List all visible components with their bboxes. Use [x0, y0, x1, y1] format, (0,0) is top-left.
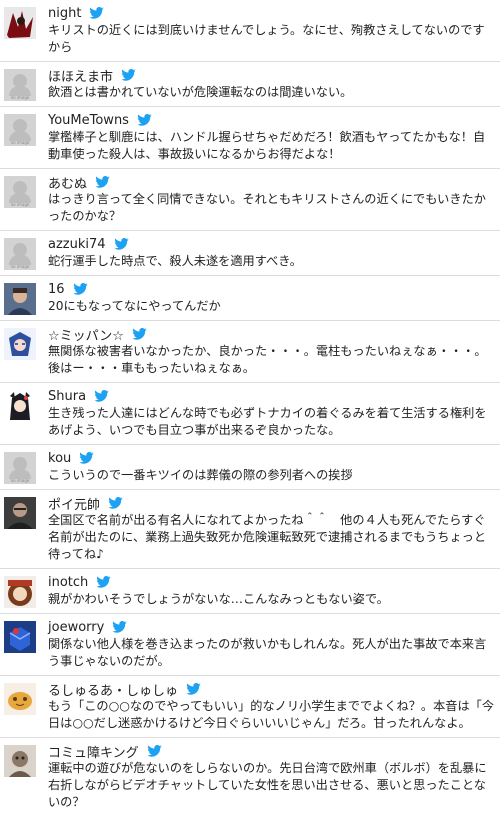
twitter-bird-icon — [94, 390, 109, 402]
tweet: joeworry 関係ない他人様を巻き込まったのが救いかもしれんな。死人が出た事… — [0, 614, 500, 676]
avatar[interactable]: no image — [4, 238, 36, 270]
avatar[interactable] — [4, 683, 36, 715]
tweet: no image azzuki74 蛇行運手した時点で、殺人未遂を適用すべき。 — [0, 231, 500, 276]
tweet-text: 無関係な被害者いなかったか、良かった・・・。電柱もったいねぇなぁ・・・。後はー・… — [48, 344, 487, 375]
twitter-bird-icon — [137, 114, 152, 126]
tweet: るしゅるあ・しゅしゅ もう「この○○なのでやってもいい」的なノリ小学生まででよく… — [0, 676, 500, 738]
avatar[interactable] — [4, 576, 36, 608]
tweet-text: はっきり言って全く同情できない。それともキリストさんの近くにでもいきたかったのか… — [48, 192, 486, 223]
tweet-text: 運転中の遊びが危ないのをしらないのか。先日台湾で欧州車（ボルボ）を乱暴に右折しな… — [48, 761, 487, 809]
tweet: night キリストの近くには到底いけませんでしょう。なにせ、殉教さえしてないの… — [0, 0, 500, 62]
tweet-text: 全国区で名前が出る有名人になれてよかったね＾＾ 他の４人も死んでたらすぐ名前が出… — [48, 513, 487, 561]
user-name[interactable]: ポイ元帥 — [48, 494, 100, 513]
no-image-label: no image — [10, 95, 30, 100]
tweet-text: 20にもなってなにやってんだか — [48, 299, 221, 313]
avatar[interactable]: no image — [4, 114, 36, 146]
tweet-text: 関係ない他人様を巻き込まったのが救いかもしれんな。死人が出た事故で本来言う事じゃ… — [48, 637, 487, 668]
user-name[interactable]: joeworry — [48, 620, 104, 635]
tweet: no image kou こういうので一番キツイのは葬儀の際の参列者への挨拶 — [0, 445, 500, 490]
twitter-bird-icon — [112, 621, 128, 633]
tweet-text: キリストの近くには到底いけませんでしょう。なにせ、殉教さえしてないのですから — [48, 23, 485, 54]
avatar[interactable] — [4, 328, 36, 360]
twitter-bird-icon — [146, 745, 162, 757]
avatar[interactable] — [4, 745, 36, 777]
tweet: Shura 生き残った人達にはどんな時でも必ずトナカイの着ぐるみを着て生活する権… — [0, 383, 500, 445]
twitter-bird-icon — [89, 7, 105, 19]
tweet: コミュ障キング 運転中の遊びが危ないのをしらないのか。先日台湾で欧州車（ボルボ）… — [0, 738, 500, 816]
tweet-text: 飲酒とは書かれていないが危険運転なのは間違いない。 — [48, 85, 353, 99]
user-name[interactable]: kou — [48, 451, 71, 466]
tweet-text: 生き残った人達にはどんな時でも必ずトナカイの着ぐるみを着て生活する権利をあげよう… — [48, 406, 487, 437]
tweet: no image あむぬ はっきり言って全く同情できない。それともキリストさんの… — [0, 169, 500, 231]
tweet: 16 20にもなってなにやってんだか — [0, 276, 500, 321]
user-name[interactable]: ☆ミッパン☆ — [48, 325, 124, 344]
twitter-bird-icon — [72, 283, 88, 295]
tweet: inotch 親がかわいそうでしょうがないな…こんなみっともない姿で。 — [0, 569, 500, 614]
user-name[interactable]: night — [48, 6, 81, 21]
user-name[interactable]: YouMeTowns — [48, 113, 129, 128]
no-image-label: no image — [10, 202, 30, 207]
avatar[interactable] — [4, 497, 36, 529]
twitter-bird-icon — [96, 576, 111, 588]
user-name[interactable]: るしゅるあ・しゅしゅ — [48, 680, 178, 699]
twitter-bird-icon — [95, 176, 110, 188]
tweet-text: 親がかわいそうでしょうがないな…こんなみっともない姿で。 — [48, 592, 389, 606]
user-name[interactable]: inotch — [48, 575, 88, 590]
twitter-bird-icon — [186, 683, 201, 695]
tweet: ☆ミッパン☆ 無関係な被害者いなかったか、良かった・・・。電柱もったいねぇなぁ・… — [0, 321, 500, 383]
tweet: ポイ元帥 全国区で名前が出る有名人になれてよかったね＾＾ 他の４人も死んでたらす… — [0, 490, 500, 569]
twitter-bird-icon — [113, 238, 129, 250]
user-name[interactable]: ほほえま市 — [48, 66, 113, 85]
tweet-text: もう「この○○なのでやってもいい」的なノリ小学生まででよくね？。本音は「今日は○… — [48, 699, 495, 730]
tweet-text: こういうので一番キツイのは葬儀の際の参列者への挨拶 — [48, 468, 353, 482]
tweet: no image ほほえま市 飲酒とは書かれていないが危険運転なのは間違いない。 — [0, 62, 500, 107]
user-name[interactable]: azzuki74 — [48, 237, 106, 252]
tweet: no image YouMeTowns 掌檻棒子と馴鹿には、ハンドル握らせちゃだ… — [0, 107, 500, 169]
twitter-bird-icon — [121, 69, 136, 81]
avatar[interactable]: no image — [4, 176, 36, 208]
user-name[interactable]: あむぬ — [48, 173, 87, 192]
tweet-feed: night キリストの近くには到底いけませんでしょう。なにせ、殉教さえしてないの… — [0, 0, 500, 816]
user-name[interactable]: コミュ障キング — [48, 742, 139, 761]
no-image-label: no image — [10, 478, 30, 483]
twitter-bird-icon — [79, 452, 94, 464]
user-name[interactable]: 16 — [48, 282, 65, 297]
tweet-text: 掌檻棒子と馴鹿には、ハンドル握らせちゃだめだろ！飲酒もヤってたかもな！自動車使っ… — [48, 130, 486, 161]
avatar[interactable] — [4, 390, 36, 422]
no-image-label: no image — [10, 140, 30, 145]
tweet-text: 蛇行運手した時点で、殺人未遂を適用すべき。 — [48, 254, 302, 268]
user-name[interactable]: Shura — [48, 389, 86, 404]
avatar[interactable]: no image — [4, 452, 36, 484]
avatar[interactable] — [4, 7, 36, 39]
twitter-bird-icon — [108, 497, 123, 509]
no-image-label: no image — [10, 264, 30, 269]
avatar[interactable] — [4, 621, 36, 653]
twitter-bird-icon — [132, 328, 147, 340]
avatar[interactable] — [4, 283, 36, 315]
avatar[interactable]: no image — [4, 69, 36, 101]
